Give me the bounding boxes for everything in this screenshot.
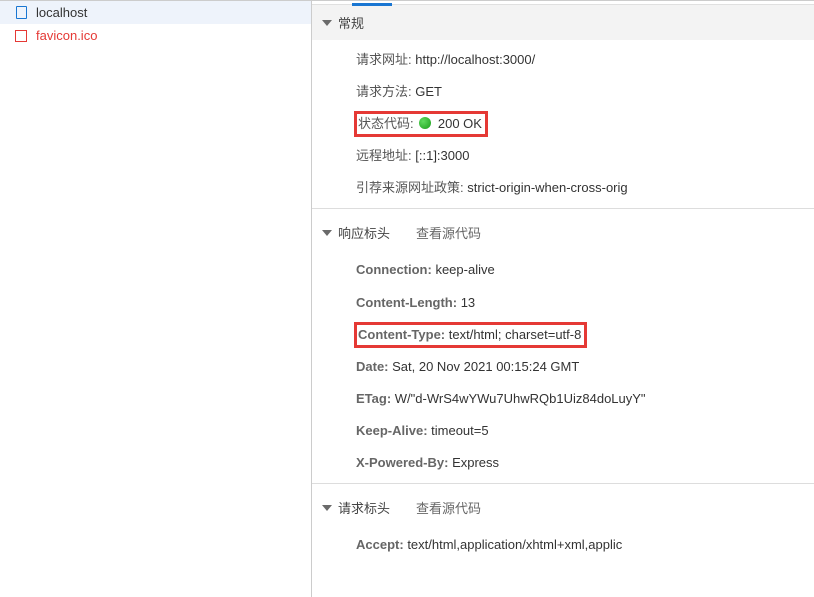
value: strict-origin-when-cross-orig <box>467 180 627 195</box>
header-row: ETag: W/"d-WrS4wYWu7UhwRQb1Uiz84doLuyY" <box>352 383 814 415</box>
highlight-box: Content-Type: text/html; charset=utf-8 <box>356 324 585 346</box>
tab-strip <box>312 1 814 5</box>
missing-icon <box>14 29 28 43</box>
request-item-favicon[interactable]: favicon.ico <box>0 24 311 47</box>
header-name: Content-Type: <box>358 327 445 342</box>
value: [::1]:3000 <box>415 148 469 163</box>
row-referrer-policy: 引荐来源网址政策: strict-origin-when-cross-orig <box>352 172 814 204</box>
label: Accept: <box>356 537 404 552</box>
header-row: Connection: keep-alive <box>352 254 814 286</box>
value: 200 OK <box>438 116 482 131</box>
request-item-label: favicon.ico <box>36 28 97 43</box>
devtools-network-panel: localhost favicon.ico 常规 请求网址: http://lo… <box>0 0 814 597</box>
label: 请求方法: <box>356 84 412 99</box>
section-general: 常规 请求网址: http://localhost:3000/ 请求方法: GE… <box>312 5 814 209</box>
header-value: timeout=5 <box>428 423 489 438</box>
active-tab-indicator <box>352 3 392 6</box>
chevron-down-icon <box>322 230 332 236</box>
header-row: Keep-Alive: timeout=5 <box>352 415 814 447</box>
chevron-down-icon <box>322 20 332 26</box>
section-response-headers: 响应标头 查看源代码 Connection: keep-aliveContent… <box>312 215 814 484</box>
view-source-link[interactable]: 查看源代码 <box>416 498 481 517</box>
header-row: Content-Length: 13 <box>352 287 814 319</box>
row-status-code: 状态代码: 200 OK <box>352 108 814 140</box>
document-icon <box>14 6 28 20</box>
value: http://localhost:3000/ <box>415 52 535 67</box>
label: 状态代码: <box>358 116 414 131</box>
section-header-request[interactable]: 请求标头 查看源代码 <box>312 490 814 525</box>
section-request-headers: 请求标头 查看源代码 Accept: text/html,application… <box>312 490 814 565</box>
request-item-localhost[interactable]: localhost <box>0 1 311 24</box>
header-value: text/html; charset=utf-8 <box>445 327 581 342</box>
header-name: Content-Length: <box>356 295 457 310</box>
row-accept: Accept: text/html,application/xhtml+xml,… <box>352 529 814 561</box>
response-header-list: Connection: keep-aliveContent-Length: 13… <box>312 250 814 483</box>
row-remote-address: 远程地址: [::1]:3000 <box>352 140 814 172</box>
header-value: Express <box>448 455 499 470</box>
section-title: 常规 <box>338 13 364 32</box>
section-header-response[interactable]: 响应标头 查看源代码 <box>312 215 814 250</box>
request-list: localhost favicon.ico <box>0 0 312 597</box>
label: 引荐来源网址政策: <box>356 180 464 195</box>
header-name: Connection: <box>356 262 432 277</box>
request-header-list: Accept: text/html,application/xhtml+xml,… <box>312 525 814 565</box>
header-value: Sat, 20 Nov 2021 00:15:24 GMT <box>389 359 580 374</box>
chevron-down-icon <box>322 505 332 511</box>
header-value: 13 <box>457 295 475 310</box>
status-dot-icon <box>419 117 431 129</box>
header-value: keep-alive <box>432 262 495 277</box>
row-request-method: 请求方法: GET <box>352 76 814 108</box>
section-title: 响应标头 <box>338 223 390 242</box>
header-row: Date: Sat, 20 Nov 2021 00:15:24 GMT <box>352 351 814 383</box>
highlight-box: 状态代码: 200 OK <box>356 113 486 135</box>
header-name: Date: <box>356 359 389 374</box>
header-row: Content-Type: text/html; charset=utf-8 <box>352 319 814 351</box>
header-name: Keep-Alive: <box>356 423 428 438</box>
header-value: W/"d-WrS4wYWu7UhwRQb1Uiz84doLuyY" <box>391 391 645 406</box>
header-row: X-Powered-By: Express <box>352 447 814 479</box>
label: 请求网址: <box>356 52 412 67</box>
header-name: X-Powered-By: <box>356 455 448 470</box>
general-list: 请求网址: http://localhost:3000/ 请求方法: GET 状… <box>312 40 814 208</box>
view-source-link[interactable]: 查看源代码 <box>416 223 481 242</box>
label: 远程地址: <box>356 148 412 163</box>
section-title: 请求标头 <box>338 498 390 517</box>
details-pane: 常规 请求网址: http://localhost:3000/ 请求方法: GE… <box>312 0 814 597</box>
header-name: ETag: <box>356 391 391 406</box>
value: text/html,application/xhtml+xml,applic <box>407 537 622 552</box>
section-header-general[interactable]: 常规 <box>312 5 814 40</box>
row-request-url: 请求网址: http://localhost:3000/ <box>352 44 814 76</box>
request-item-label: localhost <box>36 5 87 20</box>
value: GET <box>415 84 442 99</box>
